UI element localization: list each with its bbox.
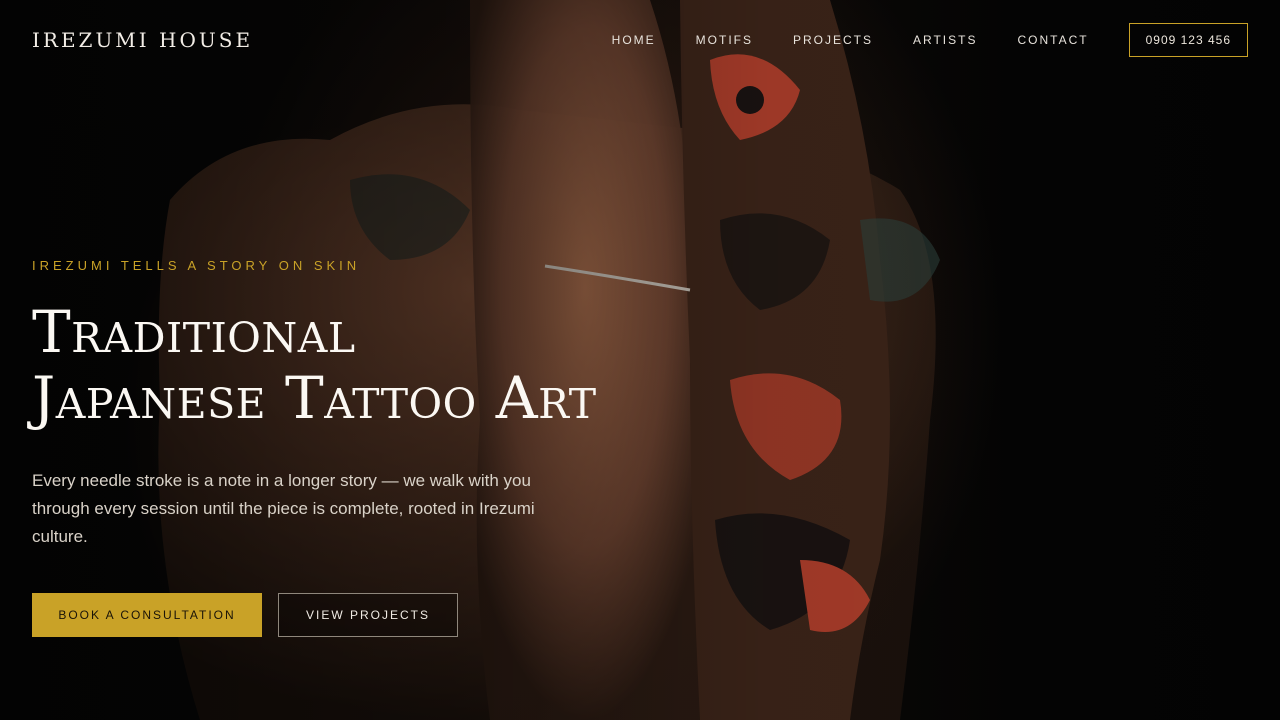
hero-title-line-2: Japanese Tattoo Art [32,364,597,432]
hero-title-line-1: Traditional [32,298,356,366]
top-navigation: IREZUMI HOUSE HOME MOTIFS PROJECTS ARTIS… [0,0,1280,80]
hero-section: IREZUMI HOUSE HOME MOTIFS PROJECTS ARTIS… [0,0,1280,720]
hero-eyebrow: IREZUMI TELLS A STORY ON SKIN [32,258,361,273]
view-projects-button[interactable]: VIEW PROJECTS [278,593,458,637]
main-menu: HOME MOTIFS PROJECTS ARTISTS CONTACT 090… [612,23,1248,57]
nav-item-home[interactable]: HOME [612,33,656,47]
brand-logo[interactable]: IREZUMI HOUSE [32,28,253,52]
hero-description: Every needle stroke is a note in a longe… [32,471,535,546]
nav-item-motifs[interactable]: MOTIFS [696,33,753,47]
nav-item-contact[interactable]: CONTACT [1017,33,1088,47]
hero-actions: BOOK A CONSULTATION VIEW PROJECTS [32,593,732,637]
hero-title: Traditional Japanese Tattoo Art [32,299,732,431]
nav-item-projects[interactable]: PROJECTS [793,33,873,47]
nav-item-artists[interactable]: ARTISTS [913,33,977,47]
book-consultation-button[interactable]: BOOK A CONSULTATION [32,593,262,637]
phone-button[interactable]: 0909 123 456 [1128,23,1248,57]
hero-content: IREZUMI TELLS A STORY ON SKIN Traditiona… [32,258,732,637]
